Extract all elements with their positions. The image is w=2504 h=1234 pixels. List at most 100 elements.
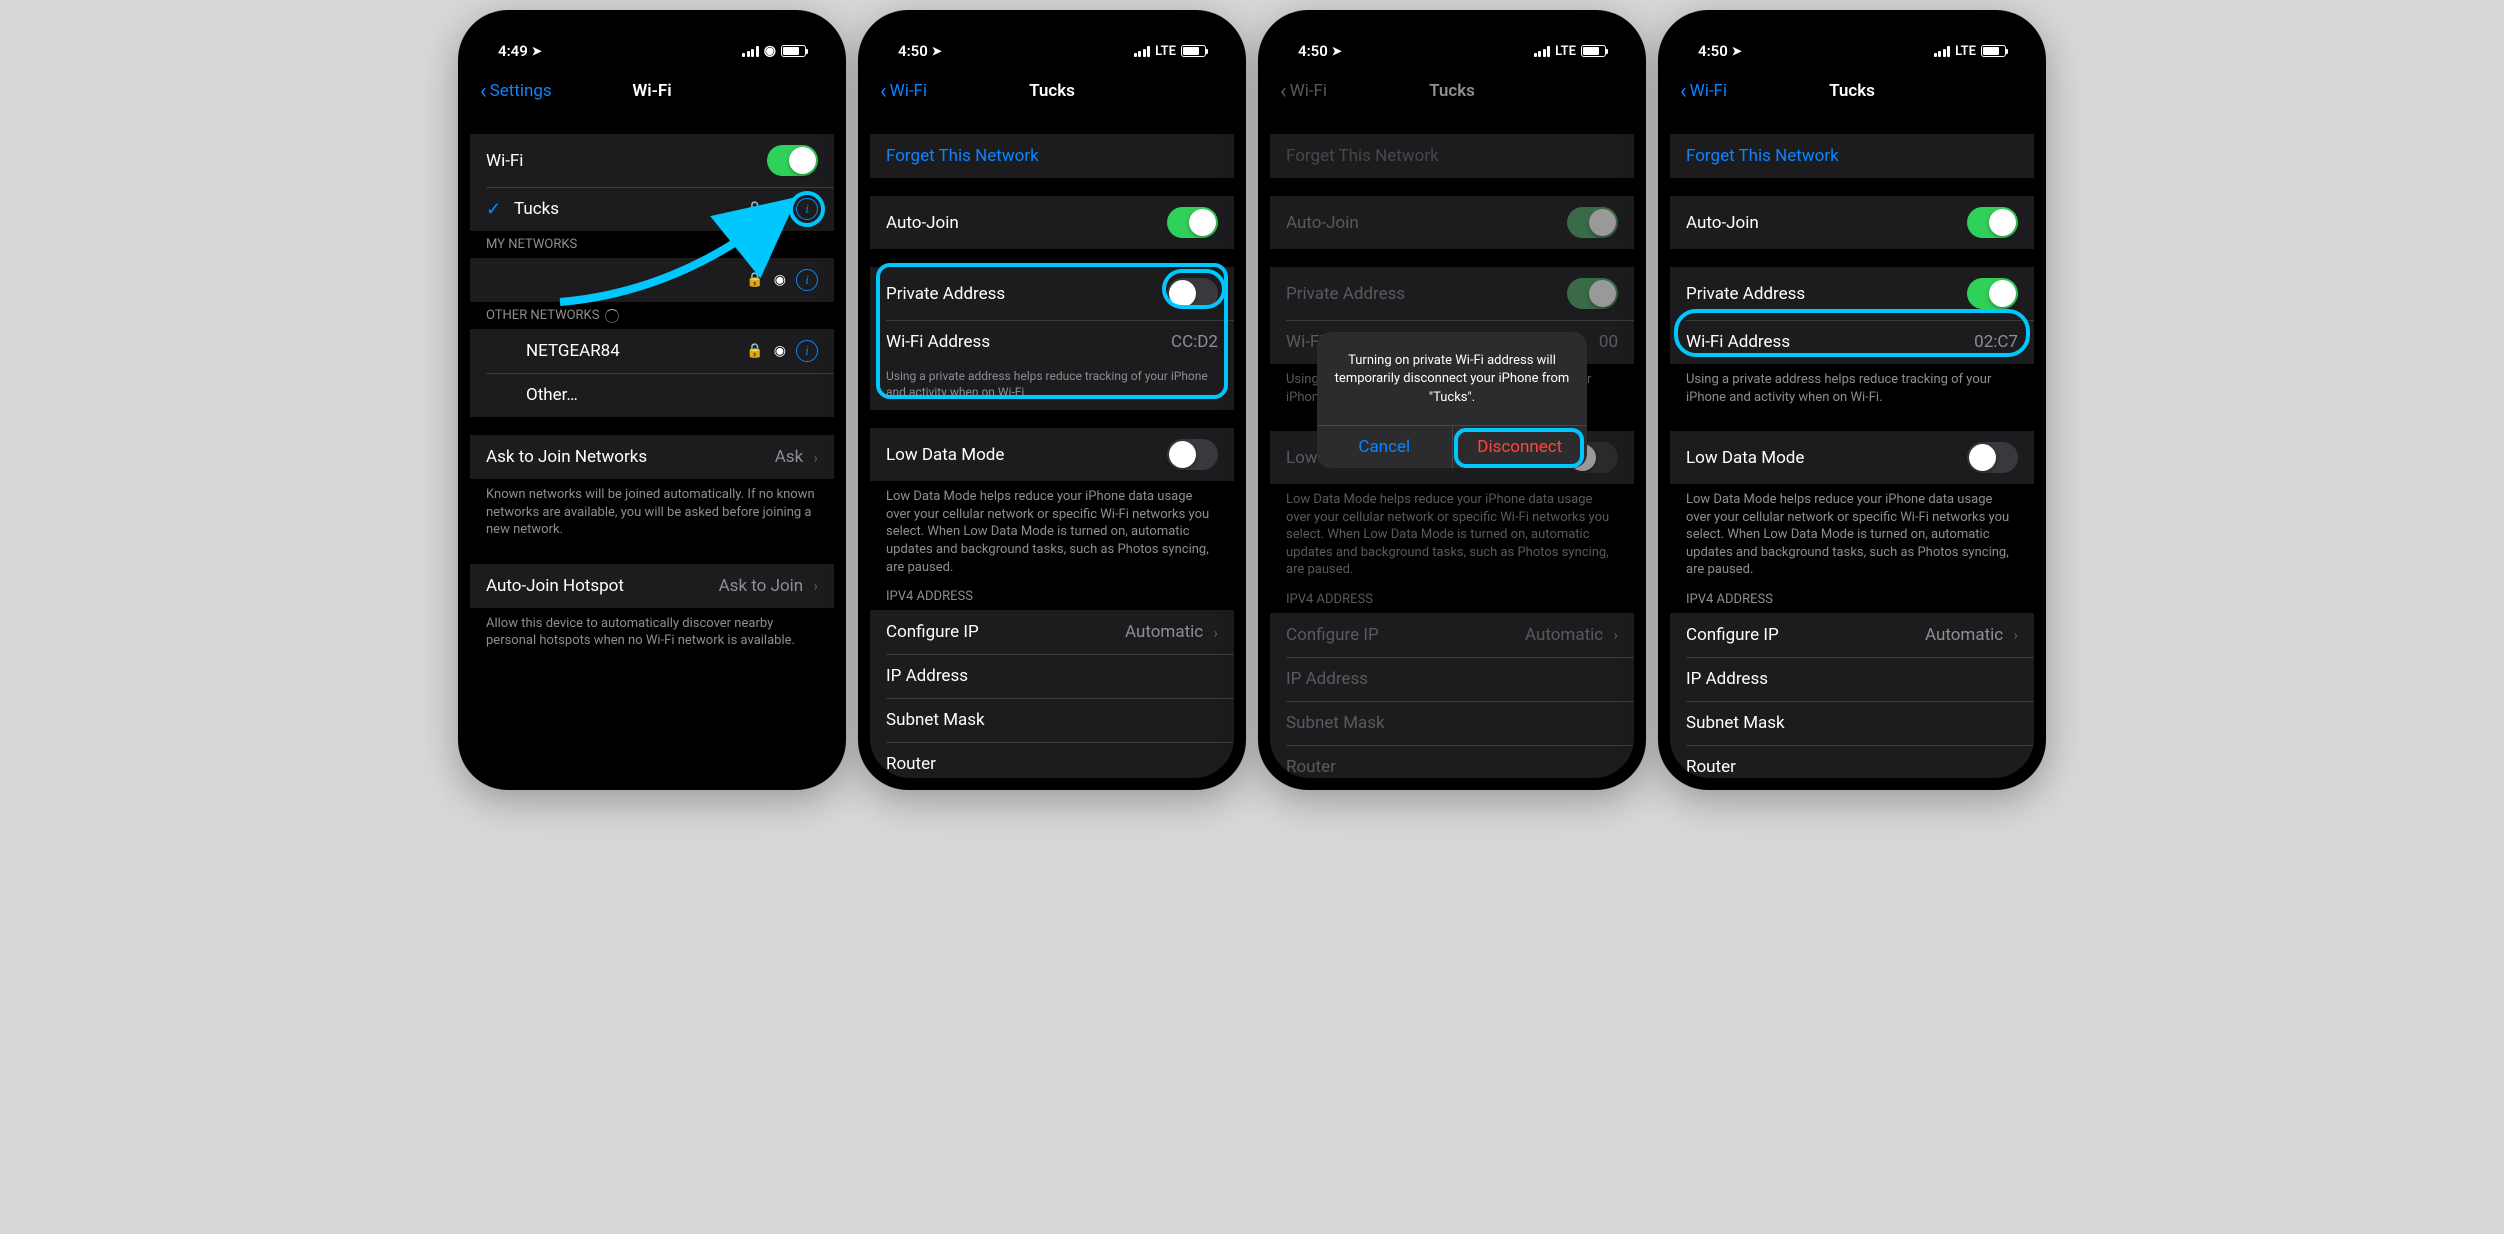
private-footer: Using a private address helps reduce tra… (870, 364, 1234, 410)
subnet-label: Subnet Mask (886, 710, 1218, 730)
cfg-value: Automatic (1125, 622, 1203, 642)
ip-label: IP Address (886, 666, 1218, 686)
alert-overlay: Turning on private Wi-Fi address will te… (1270, 22, 1634, 778)
forget-label: Forget This Network (886, 146, 1218, 166)
router-label: Router (886, 754, 1218, 774)
private-address-row[interactable]: Private Address (870, 267, 1234, 320)
forget-network-button[interactable]: Forget This Network (870, 134, 1234, 178)
subnet-row: Subnet Mask (870, 698, 1234, 742)
battery-icon (1981, 45, 2006, 57)
chevron-right-icon: › (2013, 625, 2018, 644)
forget-network-button[interactable]: Forget This Network (1670, 134, 2034, 178)
back-button[interactable]: ‹Wi-Fi (880, 79, 927, 104)
private-switch[interactable] (1167, 278, 1218, 309)
back-label: Wi-Fi (890, 81, 927, 101)
lock-icon: 🔒 (746, 343, 763, 359)
wifi-switch[interactable] (767, 145, 818, 176)
auto-join-row[interactable]: Auto-Join (1670, 196, 2034, 249)
back-label: Wi-Fi (1690, 81, 1727, 101)
low-data-row[interactable]: Low Data Mode (1670, 431, 2034, 484)
back-button[interactable]: ‹Settings (480, 79, 552, 104)
ask-label: Ask to Join Networks (486, 447, 775, 467)
hotspot-row[interactable]: Auto-Join Hotspot Ask to Join› (470, 564, 834, 608)
status-time: 4:50 (1698, 42, 1728, 60)
other-network-row[interactable]: NETGEAR84 🔒◉i (470, 329, 834, 373)
other-label: Other… (486, 385, 818, 405)
nav-bar: ‹Wi-Fi Tucks (870, 70, 1234, 114)
alert-message: Turning on private Wi-Fi address will te… (1317, 332, 1587, 425)
info-icon[interactable]: i (796, 198, 818, 220)
wifi-addr-value: 02:C7 (1974, 332, 2018, 352)
ip-address-row: IP Address (870, 654, 1234, 698)
content: Wi-Fi ✓Tucks 🔒◉i MY NETWORKS 🔒◉i OTHER N… (470, 114, 834, 778)
private-switch[interactable] (1967, 278, 2018, 309)
ask-to-join-row[interactable]: Ask to Join Networks Ask› (470, 435, 834, 479)
content: Forget This Network Auto-Join Private Ad… (1670, 114, 2034, 778)
hotspot-label: Auto-Join Hotspot (486, 576, 719, 596)
wifi-strength-icon: ◉ (774, 201, 786, 217)
private-label: Private Address (1686, 284, 1967, 304)
screen-2: 4:50➤ LTE ‹Wi-Fi Tucks Forget This Netwo… (870, 22, 1234, 778)
wifi-strength-icon: ◉ (774, 272, 786, 288)
autojoin-label: Auto-Join (1686, 213, 1967, 233)
other-row[interactable]: Other… (470, 373, 834, 417)
forget-label: Forget This Network (1686, 146, 2018, 166)
chevron-right-icon: › (1213, 623, 1218, 642)
configure-ip-row[interactable]: Configure IPAutomatic› (870, 610, 1234, 654)
low-data-switch[interactable] (1967, 442, 2018, 473)
hotspot-footer: Allow this device to automatically disco… (470, 608, 834, 657)
wifi-addr-value: CC:D2 (1171, 332, 1218, 352)
back-button[interactable]: ‹Wi-Fi (1680, 79, 1727, 104)
content: Forget This Network Auto-Join Private Ad… (870, 114, 1234, 778)
connected-network-row[interactable]: ✓Tucks 🔒◉i (470, 187, 834, 231)
nav-bar: ‹Settings Wi-Fi (470, 70, 834, 114)
battery-icon (1181, 45, 1206, 57)
chevron-right-icon: › (813, 448, 818, 467)
spinner-icon (605, 309, 619, 323)
my-network-row[interactable]: 🔒 ◉ i (470, 258, 834, 302)
status-time: 4:50 (898, 42, 928, 60)
ip-address-row: IP Address (1670, 657, 2034, 701)
low-data-footer: Low Data Mode helps reduce your iPhone d… (870, 481, 1234, 583)
configure-ip-row[interactable]: Configure IPAutomatic› (1670, 613, 2034, 657)
private-address-row[interactable]: Private Address (1670, 267, 2034, 320)
chevron-left-icon: ‹ (1680, 79, 1687, 104)
auto-join-row[interactable]: Auto-Join (870, 196, 1234, 249)
wifi-toggle-row[interactable]: Wi-Fi (470, 134, 834, 187)
alert-disconnect-button[interactable]: Disconnect (1452, 426, 1588, 468)
autojoin-switch[interactable] (1967, 207, 2018, 238)
phone-2: 4:50➤ LTE ‹Wi-Fi Tucks Forget This Netwo… (858, 10, 1246, 790)
low-data-label: Low Data Mode (1686, 448, 1967, 468)
back-label: Settings (490, 81, 552, 101)
notch (965, 10, 1140, 38)
autojoin-label: Auto-Join (886, 213, 1167, 233)
cfg-label: Configure IP (1686, 625, 1925, 645)
low-data-row[interactable]: Low Data Mode (870, 428, 1234, 481)
lte-label: LTE (1155, 44, 1176, 59)
phone-4: 4:50➤ LTE ‹Wi-Fi Tucks Forget This Netwo… (1658, 10, 2046, 790)
lock-icon: 🔒 (746, 272, 763, 288)
signal-icon (1134, 46, 1151, 57)
battery-icon (781, 45, 806, 57)
low-data-switch[interactable] (1167, 439, 1218, 470)
other-networks-header: OTHER NETWORKS (470, 302, 834, 329)
info-icon[interactable]: i (796, 269, 818, 291)
info-icon[interactable]: i (796, 340, 818, 362)
alert-cancel-button[interactable]: Cancel (1317, 426, 1452, 468)
chevron-left-icon: ‹ (880, 79, 887, 104)
wifi-label: Wi-Fi (486, 151, 767, 171)
status-time: 4:49 (498, 42, 528, 60)
phone-3: 4:50➤ LTE ‹Wi-Fi Tucks Forget This Netwo… (1258, 10, 1646, 790)
subnet-row: Subnet Mask (1670, 701, 2034, 745)
alert-dialog: Turning on private Wi-Fi address will te… (1317, 332, 1587, 468)
ipv4-header: IPV4 ADDRESS (1670, 586, 2034, 613)
autojoin-switch[interactable] (1167, 207, 1218, 238)
notch (565, 10, 740, 38)
private-label: Private Address (886, 284, 1167, 304)
lock-icon: 🔒 (746, 201, 763, 217)
notch (1365, 10, 1540, 38)
screen-4: 4:50➤ LTE ‹Wi-Fi Tucks Forget This Netwo… (1670, 22, 2034, 778)
chevron-right-icon: › (813, 576, 818, 595)
low-data-footer: Low Data Mode helps reduce your iPhone d… (1670, 484, 2034, 586)
wifi-address-row: Wi-Fi Address CC:D2 (870, 320, 1234, 364)
